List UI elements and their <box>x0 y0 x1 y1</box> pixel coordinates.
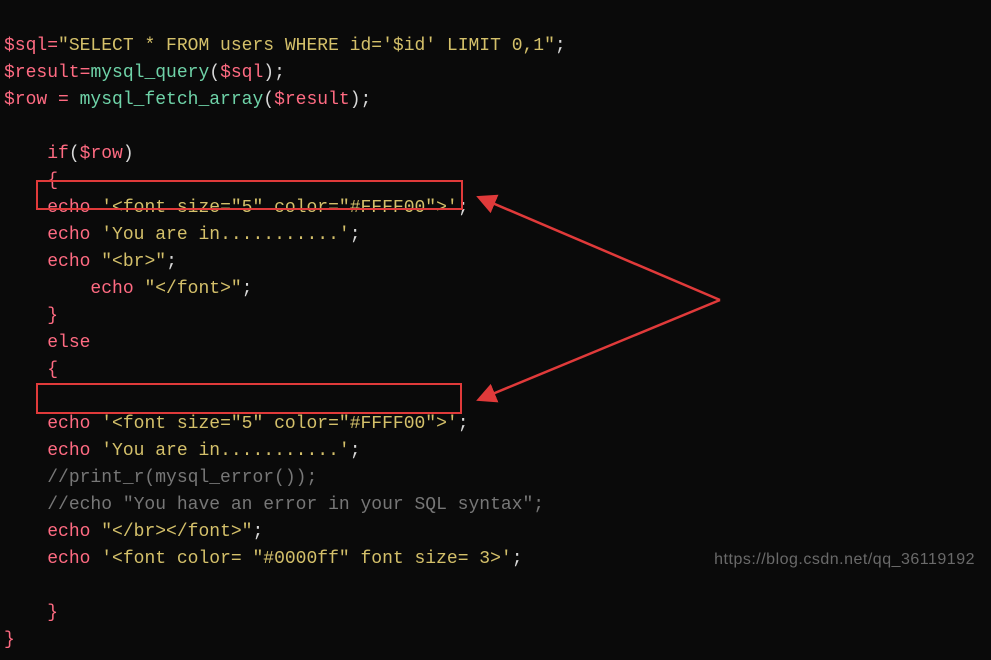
paren-open: ( <box>263 90 274 110</box>
brace-close: } <box>4 630 15 650</box>
paren-open: ( <box>209 63 220 83</box>
brace-close: } <box>47 603 58 623</box>
keyword-echo: echo <box>47 441 90 461</box>
keyword-echo: echo <box>47 522 90 542</box>
keyword-else: else <box>47 333 90 353</box>
semicolon: ; <box>458 414 469 434</box>
paren-close-semi: ); <box>350 90 372 110</box>
brace-open: { <box>47 360 58 380</box>
string-literal: '<font size="5" color="#FFFF00">' <box>101 414 457 434</box>
comment-line: //echo "You have an error in your SQL sy… <box>47 495 544 515</box>
brace-close: } <box>47 306 58 326</box>
comment-line: //print_r(mysql_error()); <box>47 468 317 488</box>
php-variable: $sql <box>4 36 47 56</box>
php-variable: $row <box>4 90 47 110</box>
string-literal: "<br>" <box>101 252 166 272</box>
operator-equals: = <box>80 63 91 83</box>
brace-open: { <box>47 171 58 191</box>
string-literal: "</font>" <box>144 279 241 299</box>
php-variable: $sql <box>220 63 263 83</box>
keyword-echo: echo <box>47 252 90 272</box>
string-literal: "</br></font>" <box>101 522 252 542</box>
keyword-echo: echo <box>47 414 90 434</box>
keyword-if: if <box>47 144 69 164</box>
function-call: mysql_query <box>90 63 209 83</box>
string-literal: '<font size="5" color="#FFFF00">' <box>101 198 457 218</box>
keyword-echo: echo <box>47 198 90 218</box>
paren-close: ) <box>123 144 134 164</box>
semicolon: ; <box>166 252 177 272</box>
semicolon: ; <box>350 441 361 461</box>
php-variable: $result <box>4 63 80 83</box>
operator-equals: = <box>47 90 79 110</box>
keyword-echo: echo <box>47 225 90 245</box>
string-literal: 'You are in...........' <box>101 441 349 461</box>
paren-close-semi: ); <box>263 63 285 83</box>
keyword-echo: echo <box>90 279 133 299</box>
keyword-echo: echo <box>47 549 90 569</box>
semicolon: ; <box>555 36 566 56</box>
paren-open: ( <box>69 144 80 164</box>
semicolon: ; <box>242 279 253 299</box>
string-literal: '<font color= "#0000ff" font size= 3>' <box>101 549 511 569</box>
semicolon: ; <box>252 522 263 542</box>
semicolon: ; <box>350 225 361 245</box>
operator-equals: = <box>47 36 58 56</box>
watermark-text: https://blog.csdn.net/qq_36119192 <box>714 546 975 573</box>
string-literal: 'You are in...........' <box>101 225 349 245</box>
function-call: mysql_fetch_array <box>80 90 264 110</box>
php-variable: $result <box>274 90 350 110</box>
php-variable: $row <box>80 144 123 164</box>
sql-string: "SELECT * FROM users WHERE id='$id' LIMI… <box>58 36 555 56</box>
semicolon: ; <box>512 549 523 569</box>
semicolon: ; <box>458 198 469 218</box>
